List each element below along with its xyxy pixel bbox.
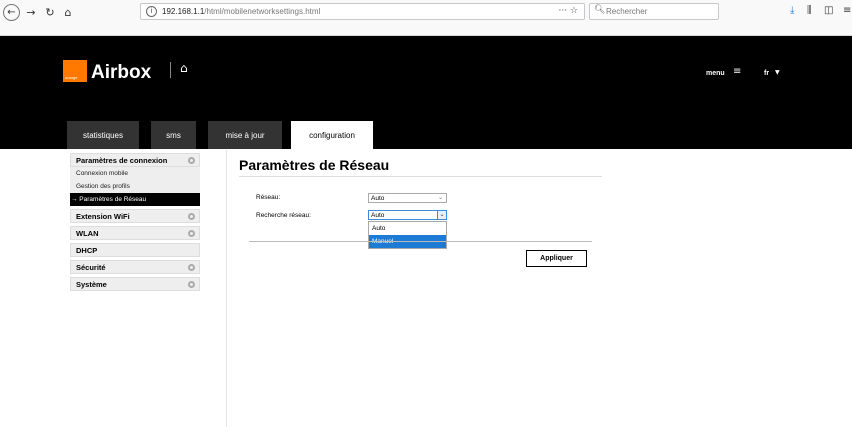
form-divider <box>249 241 592 242</box>
sidebar: Paramètres de connexion Connexion mobile… <box>70 153 200 294</box>
tab-sms[interactable]: sms <box>151 121 196 149</box>
chevron-down-icon: ⌄ <box>437 194 443 201</box>
network-search-label: Recherche réseau: <box>256 212 311 219</box>
menu-label[interactable]: menu <box>706 70 725 77</box>
back-icon[interactable]: ← <box>3 4 20 21</box>
expand-icon <box>188 281 195 288</box>
header-divider <box>170 62 171 78</box>
library-icon[interactable]: ⫼ <box>807 5 812 16</box>
network-select[interactable]: Auto ⌄ <box>368 193 447 203</box>
forward-icon[interactable]: → <box>23 4 39 20</box>
expand-icon <box>188 230 195 237</box>
chevron-down-icon[interactable]: ⌄ <box>437 211 446 219</box>
sidebar-item-securite[interactable]: Sécurité <box>70 260 200 274</box>
tab-statistiques[interactable]: statistiques <box>67 121 139 149</box>
reload-icon[interactable]: ↻ <box>42 4 58 20</box>
page-actions-icon[interactable]: ··· ☆ <box>558 6 578 16</box>
network-label: Réseau: <box>256 194 281 201</box>
content-divider <box>226 150 227 427</box>
sidebar-item-dhcp[interactable]: DHCP <box>70 243 200 257</box>
search-input[interactable]: 🔍︎ Rechercher <box>589 3 719 20</box>
site-header: orange Airbox ⌂ menu ≡ fr ▼ statistiques… <box>0 36 852 149</box>
search-icon: 🔍︎ <box>594 5 606 15</box>
sidebar-subitem-gestion-profils[interactable]: Gestion des profils <box>70 180 200 193</box>
sidebar-icon[interactable]: ◫ <box>824 5 833 16</box>
sidebar-item-wlan[interactable]: WLAN <box>70 226 200 240</box>
brand-name: Airbox <box>91 62 152 83</box>
browser-toolbar: ← → ↻ ⌂ i 192.168.1.1/html/mobilenetwork… <box>0 0 852 36</box>
sidebar-item-systeme[interactable]: Système <box>70 277 200 291</box>
sidebar-subitem-parametres-reseau[interactable]: → Paramètres de Réseau <box>70 193 200 206</box>
hamburger-icon[interactable]: ≡ <box>843 5 851 16</box>
apply-button[interactable]: Appliquer <box>526 250 587 267</box>
url-text[interactable]: 192.168.1.1/html/mobilenetworksettings.h… <box>162 7 320 16</box>
language-selector[interactable]: fr <box>764 70 769 77</box>
sidebar-subitem-connexion-mobile[interactable]: Connexion mobile <box>70 167 200 180</box>
info-icon[interactable]: i <box>146 6 157 17</box>
expand-icon <box>188 157 195 164</box>
tab-configuration[interactable]: configuration <box>291 121 373 149</box>
expand-icon <box>188 213 195 220</box>
home-browser-icon[interactable]: ⌂ <box>60 4 76 20</box>
orange-logo[interactable]: orange <box>63 60 87 82</box>
sidebar-item-connexion[interactable]: Paramètres de connexion <box>70 153 200 167</box>
network-search-select[interactable]: Auto ⌄ <box>368 210 447 220</box>
search-placeholder: Rechercher <box>606 7 648 16</box>
tab-mise-a-jour[interactable]: mise à jour <box>208 121 282 149</box>
network-search-dropdown: Auto Manuel <box>368 221 447 249</box>
page-title: Paramètres de Réseau <box>239 157 390 173</box>
title-rule <box>239 176 602 177</box>
url-bar[interactable]: i 192.168.1.1/html/mobilenetworksettings… <box>140 3 585 20</box>
caret-down-icon[interactable]: ▼ <box>775 69 780 76</box>
download-icon[interactable]: ⤓ <box>790 5 794 16</box>
sidebar-item-extension-wifi[interactable]: Extension WiFi <box>70 209 200 223</box>
menu-icon[interactable]: ≡ <box>733 66 741 77</box>
expand-icon <box>188 264 195 271</box>
home-icon[interactable]: ⌂ <box>180 61 188 75</box>
dropdown-option-auto[interactable]: Auto <box>369 222 446 235</box>
